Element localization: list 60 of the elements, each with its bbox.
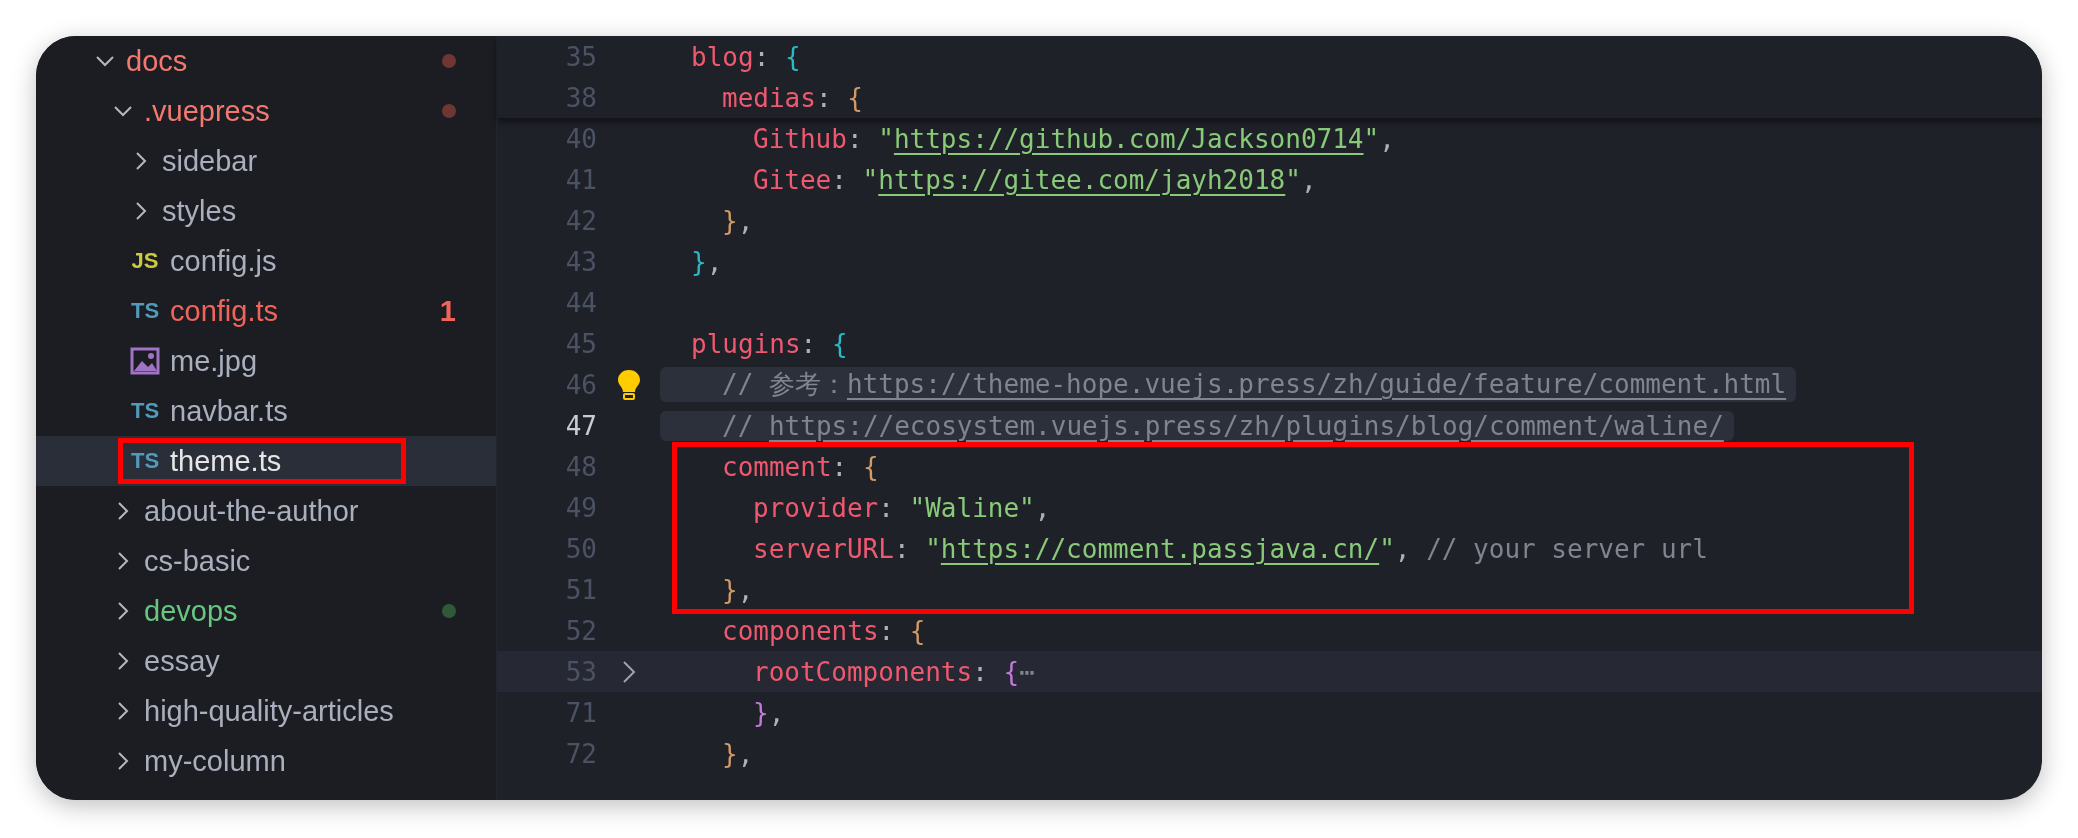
file-type-icon: TS: [130, 448, 160, 474]
code-line: },: [752, 697, 786, 728]
file-type-icon: JS: [130, 248, 160, 274]
code-line: comment: {: [721, 451, 880, 482]
selected-file-row[interactable]: TS theme.ts: [36, 436, 496, 486]
lightbulb-icon[interactable]: [616, 368, 641, 401]
code-line: provider: "Waline",: [752, 492, 1052, 523]
code-line: },: [721, 205, 755, 236]
code-line: blog: {: [690, 41, 802, 72]
line-number: 51: [564, 574, 597, 605]
folder-name[interactable]: devops: [144, 594, 238, 628]
image-file-icon: [130, 347, 160, 375]
folder-name[interactable]: sidebar: [162, 144, 258, 178]
line-number: 42: [564, 205, 597, 236]
file-type-icon: TS: [130, 398, 160, 424]
code-link[interactable]: https://github.com/Jackson0714: [893, 123, 1364, 154]
line-number: 49: [564, 492, 597, 523]
file-name[interactable]: me.jpg: [170, 344, 258, 378]
line-number: 43: [564, 246, 597, 277]
folder-name[interactable]: about-the-author: [144, 494, 359, 528]
line-number: 35: [564, 41, 597, 72]
file-name[interactable]: config.js: [170, 244, 277, 278]
folder-name[interactable]: my-column: [144, 744, 286, 778]
line-number: 40: [564, 123, 597, 154]
code-line: Github: "https://github.com/Jackson0714",: [752, 123, 1396, 154]
folder-name[interactable]: cs-basic: [144, 544, 251, 578]
code-link[interactable]: https://theme-hope.vuejs.press/zh/guide/feature/comment.html: [846, 369, 1787, 399]
code-link[interactable]: https://ecosystem.vuejs.press/zh/plugins/blog/comment/waline/: [768, 410, 1724, 441]
line-number: 72: [564, 738, 597, 769]
code-line: medias: {: [721, 82, 864, 113]
line-number: 48: [564, 451, 597, 482]
line-number: 47: [564, 410, 597, 441]
line-number: 44: [564, 287, 597, 318]
folder-name[interactable]: .vuepress: [144, 94, 270, 128]
code-link[interactable]: https://gitee.com/jayh2018: [878, 164, 1286, 195]
line-number: 71: [564, 697, 597, 728]
file-name[interactable]: theme.ts: [170, 444, 282, 478]
file-name[interactable]: config.ts: [170, 294, 278, 328]
line-number: 50: [564, 533, 597, 564]
code-line: serverURL: "https://comment.passjava.cn/", // your server url: [752, 533, 1709, 564]
folder-name[interactable]: essay: [144, 644, 220, 678]
folder-name[interactable]: high-quality-articles: [144, 694, 394, 728]
file-name[interactable]: navbar.ts: [170, 394, 288, 428]
folder-name[interactable]: docs: [126, 44, 188, 78]
code-line: },: [721, 574, 755, 605]
code-link[interactable]: https://comment.passjava.cn/: [940, 533, 1380, 564]
folder-name[interactable]: styles: [162, 194, 237, 228]
line-number: 41: [564, 164, 597, 195]
line-number: 38: [564, 82, 597, 113]
file-type-icon: TS: [130, 298, 160, 324]
line-number: 52: [564, 615, 597, 646]
code-line: components: {: [721, 615, 927, 646]
code-line: rootComponents: {⋯: [752, 656, 1036, 687]
code-line: },: [721, 738, 755, 769]
code-line: plugins: {: [690, 328, 849, 359]
line-number: 46: [564, 369, 597, 400]
problem-count: 1: [439, 294, 456, 328]
line-number: 45: [564, 328, 597, 359]
code-line: },: [690, 246, 724, 277]
code-line: Gitee: "https://gitee.com/jayh2018",: [752, 164, 1318, 195]
